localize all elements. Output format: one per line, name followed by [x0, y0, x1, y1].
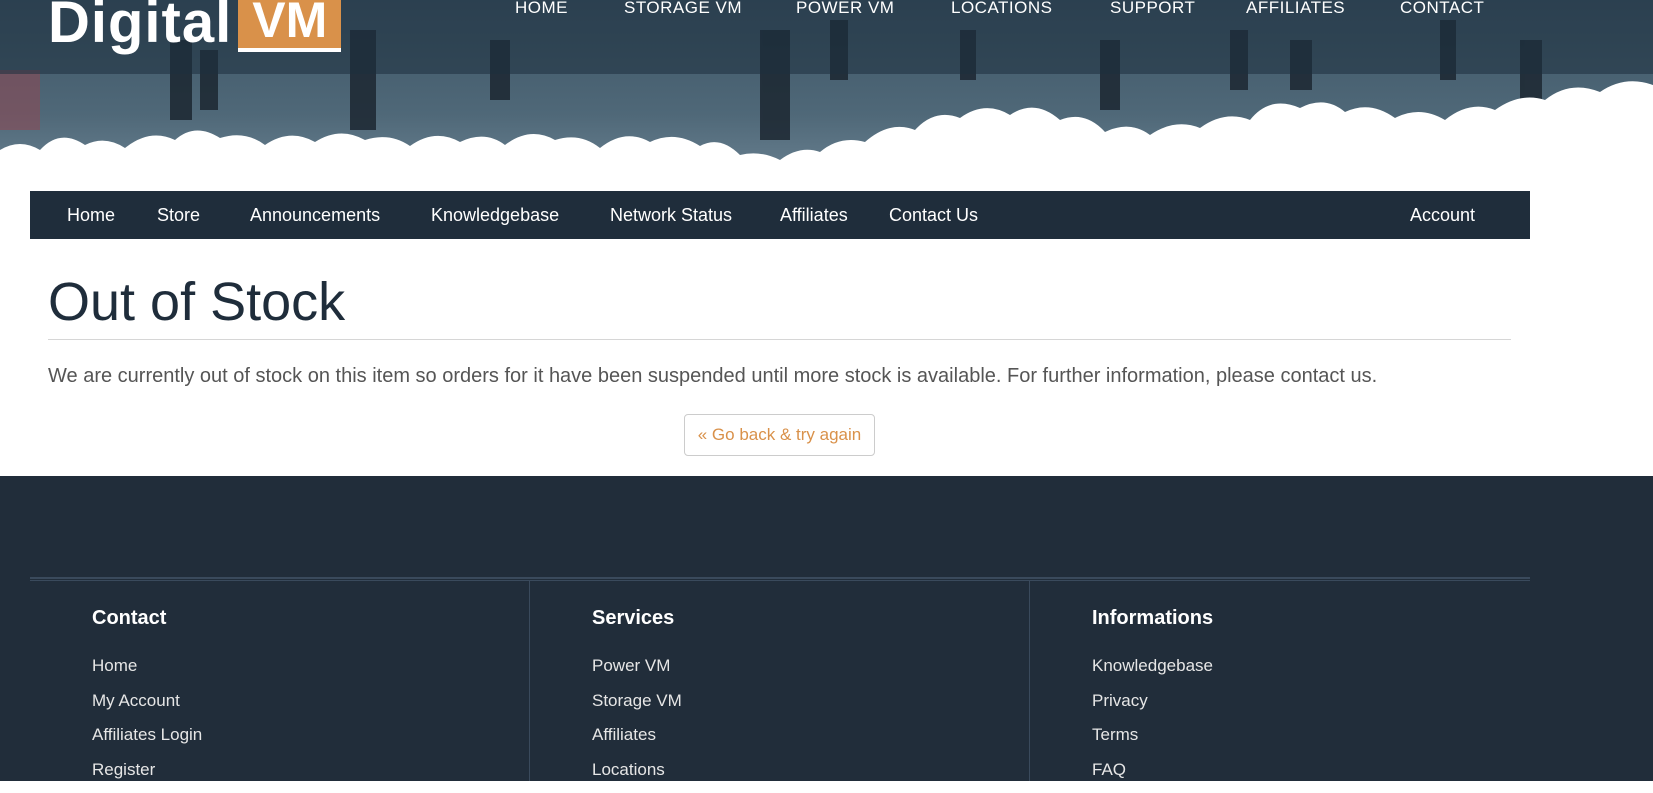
footer-link-terms[interactable]: Terms: [1092, 725, 1138, 744]
footer: Contact Home My Account Affiliates Login…: [0, 476, 1653, 781]
main-nav-contact-us[interactable]: Contact Us: [889, 205, 978, 226]
main-nav-network-status[interactable]: Network Status: [610, 205, 732, 226]
main-nav-affiliates[interactable]: Affiliates: [780, 205, 848, 226]
page-title: Out of Stock: [48, 272, 346, 332]
footer-link-locations[interactable]: Locations: [592, 760, 665, 779]
footer-heading: Informations: [1092, 607, 1214, 629]
footer-link-privacy[interactable]: Privacy: [1092, 691, 1148, 710]
top-nav-support[interactable]: SUPPORT: [1110, 0, 1195, 18]
footer-link-home[interactable]: Home: [92, 656, 137, 675]
main-nav-store[interactable]: Store: [157, 205, 200, 226]
top-nav-home[interactable]: HOME: [515, 0, 568, 18]
footer-link-power-vm[interactable]: Power VM: [592, 656, 670, 675]
main-nav: Home Store Announcements Knowledgebase N…: [30, 191, 1530, 239]
top-nav-locations[interactable]: LOCATIONS: [951, 0, 1052, 18]
footer-link-affiliates-login[interactable]: Affiliates Login: [92, 725, 202, 744]
main-nav-account[interactable]: Account: [1410, 205, 1475, 226]
hero-banner: Digital VM HOME STORAGE VM POWER VM LOCA…: [0, 0, 1653, 190]
footer-column-contact: Contact Home My Account Affiliates Login…: [92, 606, 202, 793]
footer-link-faq[interactable]: FAQ: [1092, 760, 1126, 779]
footer-column-informations: Informations Knowledgebase Privacy Terms…: [1092, 606, 1213, 793]
top-nav-affiliates[interactable]: AFFILIATES: [1246, 0, 1345, 18]
footer-column-divider: [1029, 581, 1030, 781]
logo-accent: VM: [238, 0, 342, 52]
footer-link-register[interactable]: Register: [92, 760, 155, 779]
main-nav-announcements[interactable]: Announcements: [250, 205, 380, 226]
title-divider: [48, 339, 1511, 340]
top-nav-contact[interactable]: CONTACT: [1400, 0, 1484, 18]
top-nav-power-vm[interactable]: POWER VM: [796, 0, 894, 18]
out-of-stock-message: We are currently out of stock on this it…: [48, 365, 1378, 387]
footer-heading: Contact: [92, 607, 167, 629]
go-back-button[interactable]: « Go back & try again: [684, 414, 875, 456]
footer-link-knowledgebase[interactable]: Knowledgebase: [1092, 656, 1213, 675]
main-nav-knowledgebase[interactable]: Knowledgebase: [431, 205, 559, 226]
footer-heading: Services: [592, 607, 675, 629]
footer-link-storage-vm[interactable]: Storage VM: [592, 691, 682, 710]
logo-text: Digital: [48, 0, 233, 55]
footer-column-divider: [529, 581, 530, 781]
footer-column-services: Services Power VM Storage VM Affiliates …: [592, 606, 682, 793]
footer-link-affiliates[interactable]: Affiliates: [592, 725, 656, 744]
footer-top-divider: [30, 577, 1530, 581]
main-nav-home[interactable]: Home: [67, 205, 115, 226]
logo[interactable]: Digital VM: [48, 0, 342, 55]
top-nav-storage-vm[interactable]: STORAGE VM: [624, 0, 742, 18]
footer-link-my-account[interactable]: My Account: [92, 691, 180, 710]
